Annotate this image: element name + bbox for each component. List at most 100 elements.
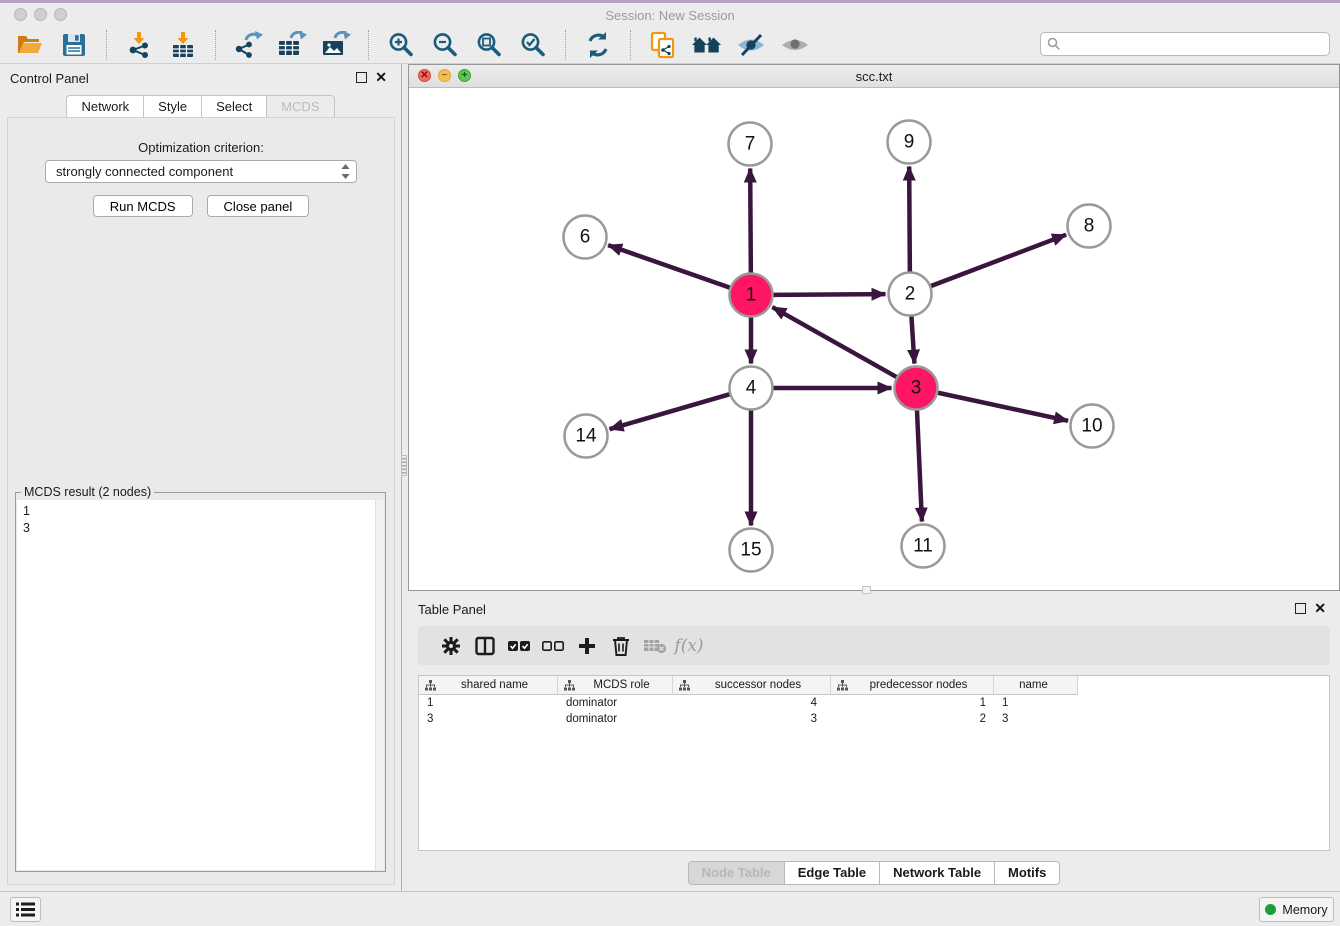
column-header-name[interactable]: name: [994, 676, 1078, 695]
tab-mcds[interactable]: MCDS: [267, 95, 334, 119]
app-titlebar: Session: New Session: [0, 3, 1340, 26]
save-session-icon[interactable]: [59, 30, 89, 60]
graph-edge-4-14[interactable]: [610, 394, 730, 429]
result-scrollbar[interactable]: [375, 500, 384, 870]
mcds-result-text: 1 3: [23, 503, 30, 537]
apply-layout-icon[interactable]: [583, 30, 613, 60]
table-cell[interactable]: 4: [673, 695, 831, 711]
network-window-title: scc.txt: [409, 69, 1339, 84]
graph-edge-3-11[interactable]: [917, 410, 922, 521]
node-table[interactable]: shared nameMCDS rolesuccessor nodesprede…: [418, 675, 1330, 851]
column-header-successor-nodes[interactable]: successor nodes: [673, 676, 831, 695]
control-panel-tabs: NetworkStyleSelectMCDS: [0, 95, 401, 119]
column-header-shared-name[interactable]: shared name: [419, 676, 558, 695]
mcds-panel: Optimization criterion: strongly connect…: [7, 117, 395, 885]
import-table-icon[interactable]: [168, 30, 198, 60]
tab-motifs[interactable]: Motifs: [995, 861, 1060, 885]
table-cell[interactable]: 1: [994, 695, 1078, 711]
table-panel: Table Panel ✕ f(x) shared nameMCDS role: [408, 597, 1340, 890]
function-builder-icon[interactable]: f(x): [672, 634, 706, 658]
graph-edge-1-6[interactable]: [608, 245, 730, 287]
table-cell[interactable]: dominator: [558, 695, 673, 711]
zoom-selected-icon[interactable]: [518, 30, 548, 60]
zoom-fit-icon[interactable]: [474, 30, 504, 60]
column-header-MCDS-role[interactable]: MCDS role: [558, 676, 673, 695]
mcds-result-legend: MCDS result (2 nodes): [21, 485, 154, 499]
zoom-in-icon[interactable]: [386, 30, 416, 60]
graph-node-label-2: 2: [905, 284, 916, 305]
search-input[interactable]: [1061, 35, 1329, 53]
table-row[interactable]: 3dominator323: [419, 711, 1329, 727]
graph-edge-3-10[interactable]: [938, 393, 1068, 421]
select-all-checks-icon[interactable]: [502, 634, 536, 658]
show-hidden-icon[interactable]: [780, 30, 810, 60]
graph-node-label-11: 11: [913, 536, 933, 557]
graph-node-label-4: 4: [746, 378, 757, 399]
search-field[interactable]: [1040, 32, 1330, 56]
tab-style[interactable]: Style: [144, 95, 202, 119]
import-network-icon[interactable]: [124, 30, 154, 60]
table-cell[interactable]: 3: [673, 711, 831, 727]
panel-divider-grip[interactable]: [401, 455, 407, 476]
tab-edge-table[interactable]: Edge Table: [785, 861, 880, 885]
tab-network-table[interactable]: Network Table: [880, 861, 995, 885]
network-window-titlebar[interactable]: ✕ − + scc.txt: [409, 65, 1339, 88]
network-canvas-svg[interactable]: 1234678910111415: [409, 88, 1339, 590]
column-header-predecessor-nodes[interactable]: predecessor nodes: [831, 676, 994, 695]
graph-edge-2-3[interactable]: [911, 316, 914, 363]
toolbar-separator: [565, 30, 566, 60]
tab-node-table[interactable]: Node Table: [688, 861, 785, 885]
zoom-out-icon[interactable]: [430, 30, 460, 60]
close-panel-button[interactable]: Close panel: [207, 195, 310, 217]
tab-network[interactable]: Network: [66, 95, 144, 119]
float-table-panel-icon[interactable]: [1295, 603, 1306, 614]
table-cell[interactable]: 1: [419, 695, 558, 711]
graph-node-label-6: 6: [580, 227, 591, 248]
tree-icon: [837, 680, 848, 691]
node-table-body: 1dominator4113dominator323: [419, 695, 1329, 727]
export-network-icon[interactable]: [233, 30, 263, 60]
hide-selected-icon[interactable]: [736, 30, 766, 60]
open-session-icon[interactable]: [15, 30, 45, 60]
add-icon[interactable]: [570, 634, 604, 658]
run-mcds-button[interactable]: Run MCDS: [93, 195, 193, 217]
show-column-icon[interactable]: [468, 634, 502, 658]
delete-table-icon[interactable]: [638, 634, 672, 658]
show-all-icon[interactable]: [692, 30, 722, 60]
table-cell[interactable]: dominator: [558, 711, 673, 727]
toolbar-separator: [368, 30, 369, 60]
table-cell[interactable]: 1: [831, 695, 994, 711]
memory-status-dot: [1265, 904, 1276, 915]
graph-edge-1-2[interactable]: [773, 294, 885, 295]
graph-edge-1-7[interactable]: [750, 168, 751, 272]
close-panel-icon[interactable]: ✕: [375, 72, 387, 83]
float-panel-icon[interactable]: [356, 72, 367, 83]
status-bar: Memory: [0, 891, 1340, 926]
memory-button[interactable]: Memory: [1259, 897, 1334, 922]
network-view-window: ✕ − + scc.txt 1234678910111415: [408, 64, 1340, 591]
graph-edge-2-9[interactable]: [909, 166, 910, 271]
table-row[interactable]: 1dominator411: [419, 695, 1329, 711]
list-icon: [16, 902, 35, 917]
task-history-button[interactable]: [10, 897, 41, 922]
close-table-panel-icon[interactable]: ✕: [1314, 603, 1326, 614]
tab-select[interactable]: Select: [202, 95, 267, 119]
graph-edge-3-1[interactable]: [772, 307, 896, 377]
deselect-all-checks-icon[interactable]: [536, 634, 570, 658]
control-panel: Control Panel ✕ NetworkStyleSelectMCDS O…: [0, 64, 402, 891]
table-cell[interactable]: 3: [419, 711, 558, 727]
export-image-icon[interactable]: [321, 30, 351, 60]
toolbar-separator: [215, 30, 216, 60]
clone-network-icon[interactable]: [648, 30, 678, 60]
mcds-result-area[interactable]: 1 3: [17, 500, 384, 870]
gear-icon[interactable]: [434, 634, 468, 658]
graph-edge-2-8[interactable]: [931, 235, 1066, 286]
trash-icon[interactable]: [604, 634, 638, 658]
network-resize-grip[interactable]: [862, 586, 871, 594]
toolbar-separator: [106, 30, 107, 60]
table-cell[interactable]: 2: [831, 711, 994, 727]
table-cell[interactable]: 3: [994, 711, 1078, 727]
criterion-select[interactable]: strongly connected component: [45, 160, 357, 183]
table-panel-title: Table Panel: [418, 602, 486, 617]
export-table-icon[interactable]: [277, 30, 307, 60]
